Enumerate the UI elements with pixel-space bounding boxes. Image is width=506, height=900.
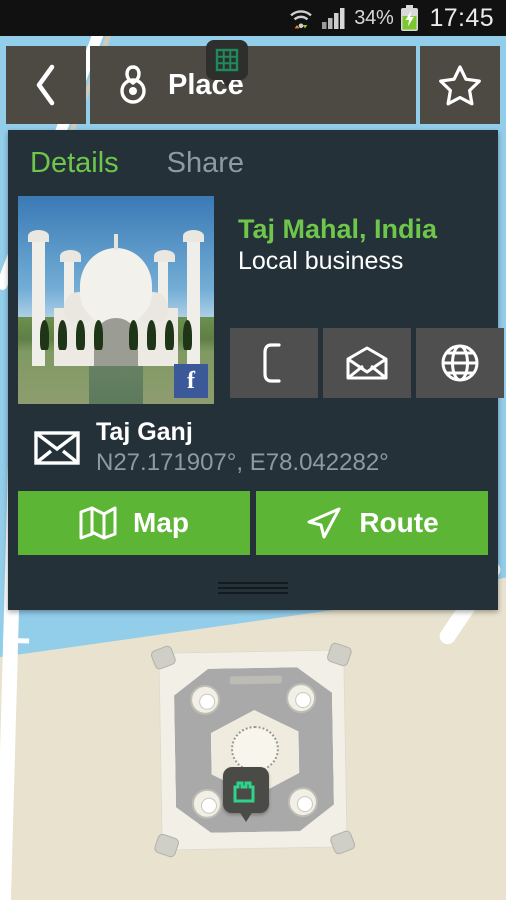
photo-cypress [183, 320, 192, 350]
facebook-badge[interactable]: f [174, 364, 208, 398]
clock-label: 17:45 [429, 3, 494, 32]
address-coordinates: N27.171907°, E78.042282° [96, 449, 389, 476]
place-info-column: Taj Mahal, India Local business [220, 196, 504, 404]
tab-bar: Details Share [8, 130, 498, 196]
battery-percent-label: 34% [354, 6, 394, 29]
place-name: Taj Mahal, India [238, 214, 438, 244]
map-button-label: Map [133, 507, 189, 538]
battery-charging-icon [400, 5, 419, 31]
photo-central-dome [80, 234, 152, 324]
plinth-wall [230, 675, 282, 684]
panel-drag-handle[interactable] [218, 582, 288, 594]
photo-cypress [94, 320, 103, 350]
star-outline-icon [438, 64, 482, 106]
building-marker-icon [206, 40, 248, 88]
minaret [192, 789, 223, 820]
taj-mahal-footprint [149, 641, 357, 859]
phone-icon [259, 343, 289, 383]
map-pin-icon [116, 63, 150, 107]
folded-map-icon [79, 506, 117, 540]
globe-icon [441, 344, 479, 382]
route-button[interactable]: Route [256, 491, 488, 555]
photo-cypress [165, 320, 174, 350]
drag-handle-line [218, 592, 288, 594]
route-button-label: Route [359, 507, 439, 538]
primary-actions: Map Route [8, 491, 498, 555]
favorite-button[interactable] [420, 46, 500, 124]
address-line: Taj Ganj [96, 418, 193, 446]
navigation-arrow-icon [305, 506, 343, 540]
place-title-button[interactable]: Place [90, 46, 416, 124]
cellular-signal-icon [321, 7, 347, 29]
photo-cypress [76, 320, 85, 350]
photo-cypress [40, 320, 49, 350]
photo-cypress [129, 320, 138, 350]
wifi-icon [288, 6, 314, 30]
minaret [286, 683, 317, 714]
contact-actions [220, 328, 504, 404]
tab-details[interactable]: Details [30, 147, 119, 180]
address-text: Taj Ganj N27.171907°, E78.042282° [96, 418, 389, 477]
photo-cypress [147, 320, 156, 350]
central-dome [231, 726, 280, 773]
call-button[interactable] [230, 328, 318, 398]
monument-marker-icon[interactable] [223, 767, 269, 822]
map-button[interactable]: Map [18, 491, 250, 555]
drag-handle-line [218, 587, 288, 589]
email-button[interactable] [323, 328, 411, 398]
app-header: Place [0, 46, 506, 124]
chevron-left-icon [33, 63, 59, 107]
tab-share[interactable]: Share [167, 147, 244, 180]
map-road-tick [3, 637, 30, 644]
website-button[interactable] [416, 328, 504, 398]
place-summary: f Taj Mahal, India Local business [8, 196, 504, 404]
drag-handle-line [218, 582, 288, 584]
minaret [190, 685, 221, 716]
address-row[interactable]: Taj Ganj N27.171907°, E78.042282° [8, 404, 498, 491]
envelope-icon [346, 346, 388, 380]
taj-mahal-photo[interactable]: f [18, 196, 214, 404]
photo-cypress [58, 320, 67, 350]
envelope-icon [34, 430, 80, 465]
back-button[interactable] [6, 46, 86, 124]
place-category: Local business [238, 247, 404, 275]
status-bar: 34% 17:45 [0, 0, 506, 36]
place-details-panel: Details Share f Taj Mahal, India Local b… [8, 130, 504, 610]
minaret [288, 787, 319, 818]
